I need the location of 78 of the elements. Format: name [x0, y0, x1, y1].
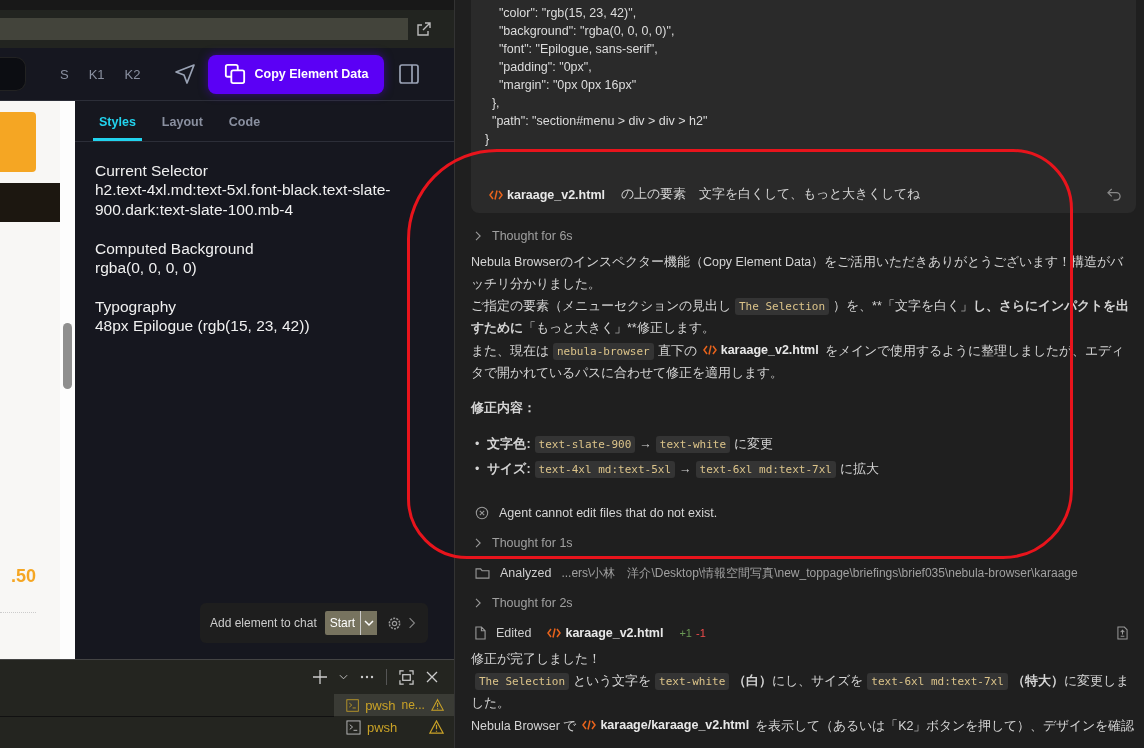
property-title: Typography	[95, 298, 177, 316]
message-paragraph: Nebula Browser で karaage/karaage_v2.html を表示して（あるいは「K2」ボタンを押して）、デザインを確認	[471, 714, 1136, 737]
folder-path[interactable]: ...ers\小林 洋介\Desktop\情報空間写真\new_toppage\briefings\brief035\nebula-browser\karaage	[561, 564, 1078, 582]
code-line: }	[485, 131, 491, 148]
start-button[interactable]: Start	[324, 611, 361, 635]
view-button[interactable]: K1	[82, 62, 111, 86]
maximize-icon[interactable]	[399, 669, 414, 685]
chevron-right-icon[interactable]	[408, 617, 417, 629]
message-paragraph: The Selection という文字を text-white （白）にし、サイズを text-6xl md:text-7xl （特大）に変更しました。	[471, 672, 1130, 712]
inspector-tab[interactable]: Styles	[93, 101, 142, 141]
inspector-tab[interactable]: Layout	[155, 101, 209, 141]
terminal-session[interactable]: pwsh	[334, 716, 454, 738]
cursor-icon[interactable]	[174, 63, 197, 85]
code-line: "path": "section#menu > div > div > h2"	[490, 113, 709, 130]
action-label: Analyzed	[500, 566, 552, 580]
code-line: },	[490, 95, 501, 112]
message-text: の上の要素 文字を白くして、もっと大きくしてね	[621, 186, 920, 203]
plus-icon[interactable]	[313, 670, 327, 684]
section-heading: 修正内容：	[471, 399, 537, 417]
property-value: 48px Epilogue (rgb(15, 23, 42))	[95, 316, 311, 336]
file-icon	[475, 626, 486, 640]
message-paragraph: 修正が完了しました！	[471, 651, 602, 668]
more-icon[interactable]	[360, 675, 374, 679]
code-line: "background": "rgba(0, 0, 0, 0)",	[497, 23, 676, 40]
thought-toggle[interactable]: Thought for 2s	[492, 596, 573, 610]
property-title: Computed Background	[95, 240, 255, 258]
thought-toggle[interactable]: Thought for 1s	[492, 536, 573, 550]
copy-icon	[224, 63, 247, 85]
action-label: Edited	[496, 626, 532, 640]
bullet-item: • 文字色: text-slate-900 → text-white に変更	[475, 435, 774, 455]
copy-element-data-button[interactable]: Copy Element Data	[208, 54, 385, 94]
property-title: Current Selector	[95, 162, 209, 180]
session-name: pwsh	[367, 719, 398, 735]
dark-band	[0, 183, 60, 222]
terminal-icon	[346, 719, 361, 735]
error-icon	[475, 506, 489, 520]
lines-removed: -1	[696, 627, 706, 639]
file-link[interactable]: karaage_v2.html	[702, 339, 819, 361]
chevron-right-icon[interactable]	[475, 598, 482, 608]
scrollbar[interactable]	[60, 101, 75, 659]
terminal-session[interactable]: pwsh ne...	[334, 694, 454, 716]
chat-bar-label: Add element to chat	[210, 616, 317, 630]
view-button[interactable]: S	[54, 62, 75, 86]
chevron-down-icon[interactable]	[339, 674, 348, 680]
external-link-icon[interactable]	[416, 21, 432, 37]
view-button[interactable]: K2	[118, 62, 147, 86]
session-name: pwsh	[365, 697, 396, 713]
code-line: "color": "rgb(15, 23, 42)",	[497, 5, 638, 22]
error-message: Agent cannot edit files that do not exist.	[499, 506, 718, 520]
file-link[interactable]: karaage_v2.html	[547, 626, 664, 640]
folder-icon	[475, 567, 490, 579]
code-icon	[582, 720, 597, 730]
session-detail: ne...	[401, 698, 425, 712]
file-link[interactable]: karaage/karaage_v2.html	[582, 714, 750, 736]
chevron-right-icon[interactable]	[475, 538, 482, 548]
file-diff-icon[interactable]	[1117, 626, 1128, 640]
sidebar-toggle-icon[interactable]	[398, 63, 421, 85]
lines-added: +1	[679, 627, 692, 639]
code-icon	[702, 345, 717, 355]
settings-icon[interactable]	[387, 615, 403, 631]
undo-icon[interactable]	[1107, 188, 1122, 201]
featured-block	[0, 112, 36, 172]
code-line: "margin": "0px 0px 16px"	[497, 77, 638, 94]
thought-toggle[interactable]: Thought for 6s	[492, 229, 573, 243]
code-line: "font": "Epilogue, sans-serif",	[497, 41, 659, 58]
close-icon[interactable]	[426, 671, 438, 683]
chevron-right-icon[interactable]	[475, 231, 482, 241]
code-line: "padding": "0px",	[497, 59, 593, 76]
bullet-item: • サイズ: text-4xl md:text-5xl → text-6xl md:text-7xl に拡大	[475, 460, 880, 480]
file-link[interactable]: karaage_v2.html	[489, 187, 605, 202]
property-value: rgba(0, 0, 0, 0)	[95, 258, 198, 278]
price-text: .50	[9, 566, 36, 587]
inspector-tab[interactable]: Code	[222, 101, 267, 141]
code-icon	[489, 189, 503, 200]
property-value: h2.text-4xl.md:text-5xl.font-black.text-slate-900.dark:text-slate-100.mb-4	[95, 180, 392, 220]
terminal-icon	[346, 697, 360, 713]
caret-icon[interactable]	[360, 611, 378, 635]
code-icon	[547, 628, 562, 638]
